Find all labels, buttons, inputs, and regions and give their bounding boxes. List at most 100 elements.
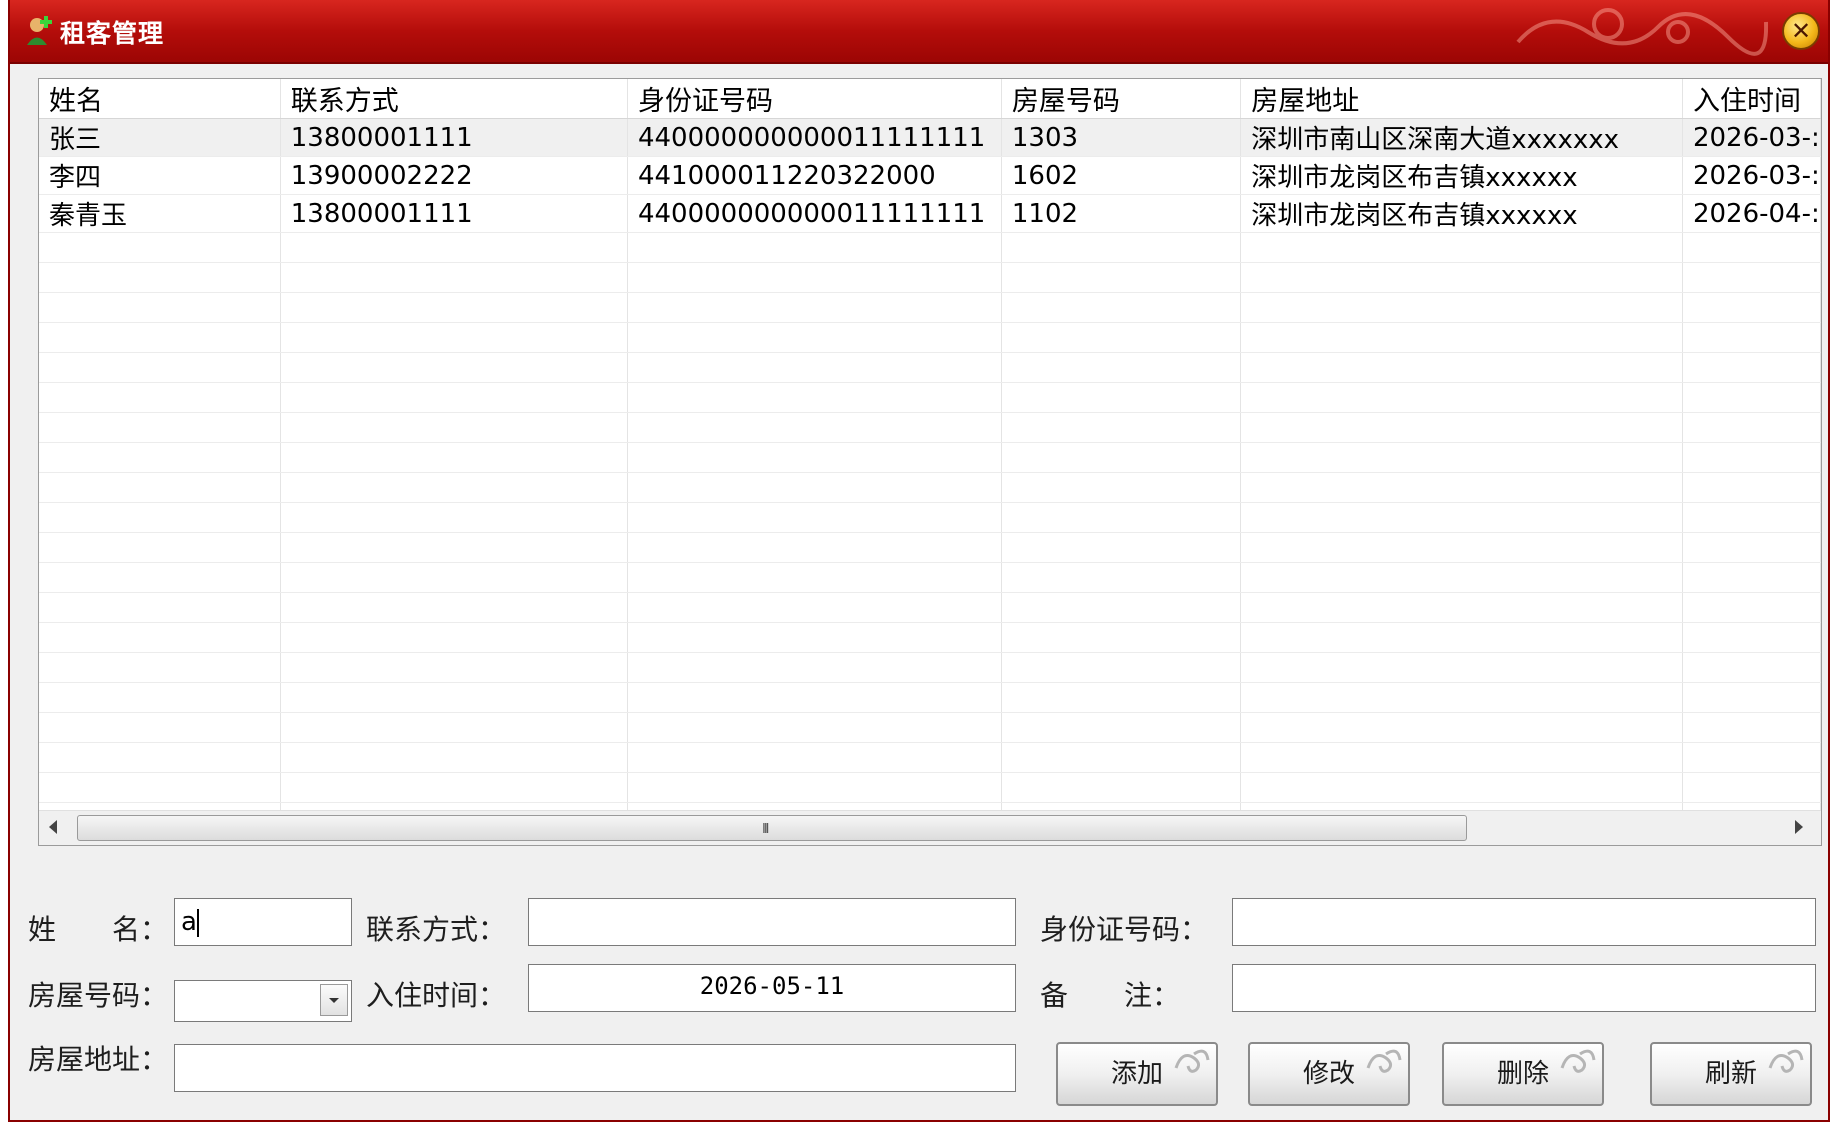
cell-checkin-time[interactable] xyxy=(1682,322,1821,353)
cell-checkin-time[interactable]: 2026-03-: xyxy=(1682,118,1821,157)
table-row[interactable] xyxy=(39,712,1821,743)
cell-checkin-time[interactable] xyxy=(1682,592,1821,623)
cell-checkin-time[interactable] xyxy=(1682,292,1821,323)
cell-checkin-time[interactable] xyxy=(1682,742,1821,773)
cell-id-number[interactable] xyxy=(627,472,1002,503)
tenant-table[interactable]: 姓名 联系方式 身份证号码 房屋号码 房屋地址 入住时间 张三 138000011… xyxy=(38,78,1822,846)
title-bar[interactable]: 租客管理 ✕ xyxy=(10,0,1828,64)
table-row[interactable] xyxy=(39,742,1821,773)
name-field[interactable]: a xyxy=(174,898,352,946)
cell-address[interactable] xyxy=(1240,472,1683,503)
cell-name[interactable] xyxy=(39,322,281,353)
cell-address[interactable] xyxy=(1240,712,1683,743)
table-row[interactable]: 秦青玉 13800001111 440000000000011111111 1102 深… xyxy=(39,194,1821,233)
cell-name[interactable]: 秦青玉 xyxy=(39,194,281,233)
cell-checkin-time[interactable] xyxy=(1682,472,1821,503)
cell-contact[interactable] xyxy=(280,352,628,383)
cell-contact[interactable] xyxy=(280,772,628,803)
table-row[interactable] xyxy=(39,262,1821,293)
cell-id-number[interactable] xyxy=(627,352,1002,383)
cell-contact[interactable] xyxy=(280,292,628,323)
cell-id-number[interactable] xyxy=(627,232,1002,263)
cell-room-number[interactable] xyxy=(1001,682,1242,713)
table-row[interactable] xyxy=(39,502,1821,533)
cell-checkin-time[interactable] xyxy=(1682,772,1821,803)
cell-id-number[interactable]: 441000011220322000 xyxy=(627,156,1002,195)
cell-contact[interactable] xyxy=(280,232,628,263)
cell-checkin-time[interactable] xyxy=(1682,652,1821,683)
column-header-id-number[interactable]: 身份证号码 xyxy=(627,79,1002,119)
cell-id-number[interactable] xyxy=(627,622,1002,653)
cell-address[interactable] xyxy=(1240,622,1683,653)
table-row[interactable] xyxy=(39,562,1821,593)
cell-contact[interactable] xyxy=(280,442,628,473)
close-icon[interactable]: ✕ xyxy=(1782,12,1820,50)
cell-checkin-time[interactable] xyxy=(1682,682,1821,713)
cell-name[interactable] xyxy=(39,532,281,563)
table-row[interactable] xyxy=(39,592,1821,623)
cell-room-number[interactable] xyxy=(1001,532,1242,563)
cell-checkin-time[interactable] xyxy=(1682,502,1821,533)
column-header-name[interactable]: 姓名 xyxy=(39,79,281,119)
cell-contact[interactable] xyxy=(280,502,628,533)
cell-checkin-time[interactable] xyxy=(1682,622,1821,653)
cell-id-number[interactable] xyxy=(627,712,1002,743)
cell-name[interactable]: 李四 xyxy=(39,156,281,195)
cell-room-number[interactable] xyxy=(1001,742,1242,773)
refresh-button[interactable]: 刷新 xyxy=(1650,1042,1812,1106)
table-row[interactable] xyxy=(39,772,1821,803)
cell-contact[interactable]: 13900002222 xyxy=(280,156,628,195)
cell-contact[interactable]: 13800001111 xyxy=(280,194,628,233)
cell-address[interactable] xyxy=(1240,322,1683,353)
cell-id-number[interactable] xyxy=(627,322,1002,353)
cell-contact[interactable] xyxy=(280,472,628,503)
cell-checkin-time[interactable] xyxy=(1682,232,1821,263)
cell-address[interactable] xyxy=(1240,502,1683,533)
cell-room-number[interactable] xyxy=(1001,262,1242,293)
cell-id-number[interactable] xyxy=(627,532,1002,563)
cell-room-number[interactable] xyxy=(1001,652,1242,683)
scroll-right-icon[interactable] xyxy=(1795,820,1803,834)
scrollbar-thumb[interactable]: III xyxy=(77,815,1467,841)
cell-address[interactable]: 深圳市龙岗区布吉镇xxxxxx xyxy=(1240,194,1683,233)
horizontal-scrollbar[interactable]: III xyxy=(39,810,1821,845)
column-header-address[interactable]: 房屋地址 xyxy=(1240,79,1683,119)
cell-room-number[interactable] xyxy=(1001,322,1242,353)
cell-contact[interactable] xyxy=(280,652,628,683)
cell-address[interactable] xyxy=(1240,232,1683,263)
cell-room-number[interactable] xyxy=(1001,382,1242,413)
cell-address[interactable] xyxy=(1240,772,1683,803)
column-header-room-number[interactable]: 房屋号码 xyxy=(1001,79,1242,119)
cell-address[interactable] xyxy=(1240,562,1683,593)
cell-id-number[interactable]: 440000000000011111111 xyxy=(627,194,1002,233)
cell-name[interactable] xyxy=(39,652,281,683)
cell-name[interactable] xyxy=(39,562,281,593)
cell-contact[interactable] xyxy=(280,622,628,653)
cell-address[interactable] xyxy=(1240,262,1683,293)
scroll-left-icon[interactable] xyxy=(49,820,57,834)
cell-address[interactable] xyxy=(1240,412,1683,443)
column-header-contact[interactable]: 联系方式 xyxy=(280,79,628,119)
cell-room-number[interactable] xyxy=(1001,502,1242,533)
cell-contact[interactable] xyxy=(280,682,628,713)
cell-room-number[interactable] xyxy=(1001,232,1242,263)
cell-checkin-time[interactable] xyxy=(1682,562,1821,593)
cell-contact[interactable] xyxy=(280,322,628,353)
cell-name[interactable] xyxy=(39,442,281,473)
cell-room-number[interactable] xyxy=(1001,622,1242,653)
cell-name[interactable] xyxy=(39,712,281,743)
table-row[interactable] xyxy=(39,412,1821,443)
cell-id-number[interactable] xyxy=(627,412,1002,443)
cell-name[interactable] xyxy=(39,682,281,713)
cell-room-number[interactable]: 1102 xyxy=(1001,194,1242,233)
cell-address[interactable]: 深圳市南山区深南大道xxxxxxx xyxy=(1240,118,1683,157)
cell-address[interactable] xyxy=(1240,742,1683,773)
cell-checkin-time[interactable] xyxy=(1682,262,1821,293)
cell-checkin-time[interactable] xyxy=(1682,412,1821,443)
address-field[interactable] xyxy=(174,1044,1016,1092)
cell-name[interactable] xyxy=(39,502,281,533)
table-row[interactable] xyxy=(39,292,1821,323)
cell-room-number[interactable] xyxy=(1001,292,1242,323)
cell-room-number[interactable]: 1602 xyxy=(1001,156,1242,195)
cell-id-number[interactable] xyxy=(627,442,1002,473)
